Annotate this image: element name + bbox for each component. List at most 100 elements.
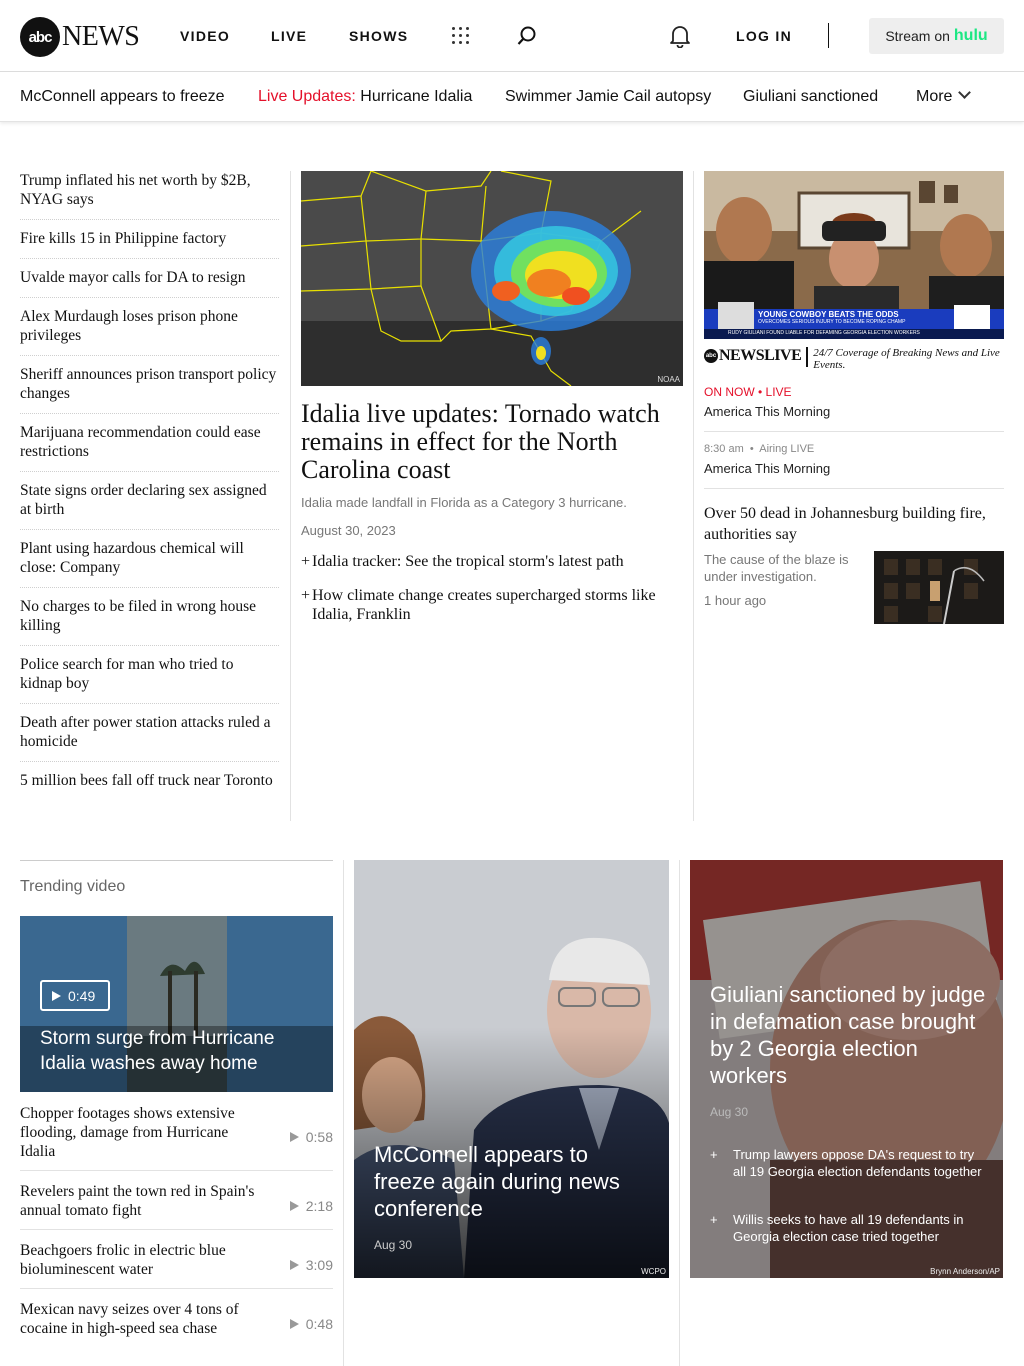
play-icon	[289, 1259, 299, 1270]
headline-link[interactable]: No charges to be filed in wrong house ki…	[20, 597, 279, 646]
related-link[interactable]: Willis seeks to have all 19 defendants i…	[710, 1211, 982, 1245]
trending-topic[interactable]: Giuliani sanctioned	[743, 88, 878, 106]
video-list-item[interactable]: Mexican navy seizes over 4 tons of cocai…	[20, 1300, 333, 1348]
video-duration: 0:58	[289, 1129, 333, 1145]
trending-topic-live[interactable]: Live Updates: Hurricane Idalia	[258, 88, 472, 106]
divider	[704, 488, 1004, 489]
column-divider	[343, 860, 344, 1366]
image-credit: NOAA	[657, 375, 680, 384]
logo-news-text: NEWS	[62, 21, 140, 52]
headline-link[interactable]: Plant using hazardous chemical will clos…	[20, 539, 279, 588]
lower-third-title: YOUNG COWBOY BEATS THE ODDS	[758, 310, 899, 319]
related-link[interactable]: Trump lawyers oppose DA's request to try…	[710, 1146, 982, 1180]
johannesburg-subtitle: The cause of the blaze is under investig…	[704, 552, 849, 584]
video-duration: 0:48	[289, 1316, 333, 1332]
video-list-item[interactable]: Revelers paint the town red in Spain's a…	[20, 1182, 333, 1230]
video-list-item[interactable]: Beachgoers frolic in electric blue biolu…	[20, 1241, 333, 1289]
trending-topic-text: Hurricane Idalia	[360, 88, 473, 105]
nav-shows[interactable]: SHOWS	[349, 28, 408, 44]
image-credit: Brynn Anderson/AP	[930, 1267, 1000, 1276]
trending-video-heading: Trending video	[20, 878, 126, 895]
trending-topics-bar: McConnell appears to freeze Live Updates…	[0, 72, 1024, 122]
giuliani-story-card[interactable]: Giuliani sanctioned by judge in defamati…	[690, 860, 1003, 1278]
giuliani-headline: Giuliani sanctioned by judge in defamati…	[710, 982, 986, 1088]
newslive-wordmark: NEWSLIVE	[719, 347, 802, 364]
chevron-down-icon	[958, 86, 972, 99]
video-list-item[interactable]: Chopper footages shows extensive floodin…	[20, 1103, 333, 1171]
headline-link[interactable]: Marijuana recommendation could ease rest…	[20, 423, 279, 472]
stream-label: Stream on	[885, 28, 950, 44]
play-icon	[289, 1319, 299, 1329]
abc-logo-dot: abc	[704, 349, 718, 363]
hurricane-radar-image[interactable]: NOAA	[301, 171, 683, 386]
divider	[704, 431, 1004, 432]
lead-subtitle: Idalia made landfall in Florida as a Cat…	[301, 495, 627, 510]
brand-divider	[806, 347, 809, 367]
news-ticker: RUDY GIULIANI FOUND LIABLE FOR DEFAMING …	[728, 330, 920, 336]
header-divider	[828, 23, 829, 48]
story-date: Aug 30	[710, 1105, 749, 1119]
nav-video[interactable]: VIDEO	[180, 28, 230, 44]
headline-link[interactable]: Sheriff announces prison transport polic…	[20, 365, 279, 414]
next-show[interactable]: America This Morning	[704, 461, 830, 476]
trending-topic[interactable]: Swimmer Jamie Cail autopsy	[505, 88, 711, 106]
lower-third-subtitle: OVERCOMES SERIOUS INJURY TO BECOME ROPIN…	[758, 319, 906, 325]
video-title: Storm surge from Hurricane Idalia washes…	[40, 1028, 275, 1074]
news-live-brand[interactable]: abc NEWSLIVE 24/7 Coverage of Breaking N…	[704, 347, 1009, 371]
headline-link[interactable]: Police search for man who tried to kidna…	[20, 655, 279, 704]
search-icon[interactable]	[516, 25, 538, 47]
abc-news-logo[interactable]: abc NEWS	[20, 17, 140, 57]
johannesburg-headline[interactable]: Over 50 dead in Johannesburg building fi…	[704, 503, 1002, 545]
more-menu[interactable]: More	[916, 86, 972, 106]
column-divider	[693, 171, 694, 821]
headline-link[interactable]: Death after power station attacks ruled …	[20, 713, 279, 762]
airing-status: Airing LIVE	[759, 443, 815, 455]
mcconnell-headline: McConnell appears to freeze again during…	[374, 1142, 620, 1221]
play-icon	[289, 1131, 299, 1142]
login-button[interactable]: LOG IN	[736, 28, 792, 44]
headline-link[interactable]: State signs order declaring sex assigned…	[20, 481, 279, 530]
video-duration: 3:09	[289, 1257, 333, 1273]
image-credit: WCPO	[641, 1267, 666, 1276]
video-duration-badge: 0:49	[40, 980, 110, 1011]
video-duration: 0:49	[68, 987, 96, 1004]
section-rule	[20, 860, 333, 861]
headline-link[interactable]: 5 million bees fall off truck near Toron…	[20, 771, 279, 800]
headline-link[interactable]: Fire kills 15 in Philippine factory	[20, 229, 279, 259]
headline-link[interactable]: Alex Murdaugh loses prison phone privile…	[20, 307, 279, 356]
headline-link[interactable]: Uvalde mayor calls for DA to resign	[20, 268, 279, 298]
apps-grid-icon[interactable]	[452, 27, 470, 45]
abc-logo-circle: abc	[20, 17, 60, 57]
bell-icon[interactable]	[669, 24, 691, 48]
play-icon	[52, 990, 61, 1001]
video-title: Revelers paint the town red in Spain's a…	[20, 1183, 255, 1219]
trending-topic[interactable]: McConnell appears to freeze	[20, 88, 225, 106]
schedule-time: 8:30 am	[704, 443, 744, 455]
nav-live[interactable]: LIVE	[271, 28, 307, 44]
video-title: Beachgoers frolic in electric blue biolu…	[20, 1242, 226, 1278]
schedule-airing: 8:30 am • Airing LIVE	[704, 443, 815, 455]
video-duration: 2:18	[289, 1198, 333, 1214]
related-link[interactable]: Idalia tracker: See the tropical storm's…	[301, 552, 681, 571]
mcconnell-story-card[interactable]: McConnell appears to freeze again during…	[354, 860, 669, 1278]
column-divider	[679, 860, 680, 1366]
current-show[interactable]: America This Morning	[704, 404, 830, 419]
live-updates-label: Live Updates:	[258, 88, 356, 105]
related-link[interactable]: How climate change creates supercharged …	[301, 586, 681, 624]
column-divider	[290, 171, 291, 821]
news-live-video-player[interactable]: YOUNG COWBOY BEATS THE ODDS OVERCOMES SE…	[704, 171, 1004, 339]
trending-video-hero[interactable]: 0:49 Storm surge from Hurricane Idalia w…	[20, 916, 333, 1092]
lead-headline[interactable]: Idalia live updates: Tornado watch remai…	[301, 400, 683, 484]
johannesburg-time: 1 hour ago	[704, 593, 767, 608]
video-title: Mexican navy seizes over 4 tons of cocai…	[20, 1301, 239, 1337]
more-label: More	[916, 88, 953, 105]
headline-list: Trump inflated his net worth by $2B, NYA…	[20, 171, 279, 809]
on-now-live-label: ON NOW • LIVE	[704, 385, 792, 399]
stream-on-hulu-button[interactable]: Stream on hulu	[869, 18, 1004, 54]
video-title: Chopper footages shows extensive floodin…	[20, 1105, 235, 1160]
headline-link[interactable]: Trump inflated his net worth by $2B, NYA…	[20, 171, 279, 220]
live-tagline: 24/7 Coverage of Breaking News and Live …	[813, 347, 1000, 371]
building-fire-image[interactable]	[874, 551, 1004, 624]
lead-date: August 30, 2023	[301, 523, 396, 538]
hulu-logo: hulu	[953, 27, 988, 44]
